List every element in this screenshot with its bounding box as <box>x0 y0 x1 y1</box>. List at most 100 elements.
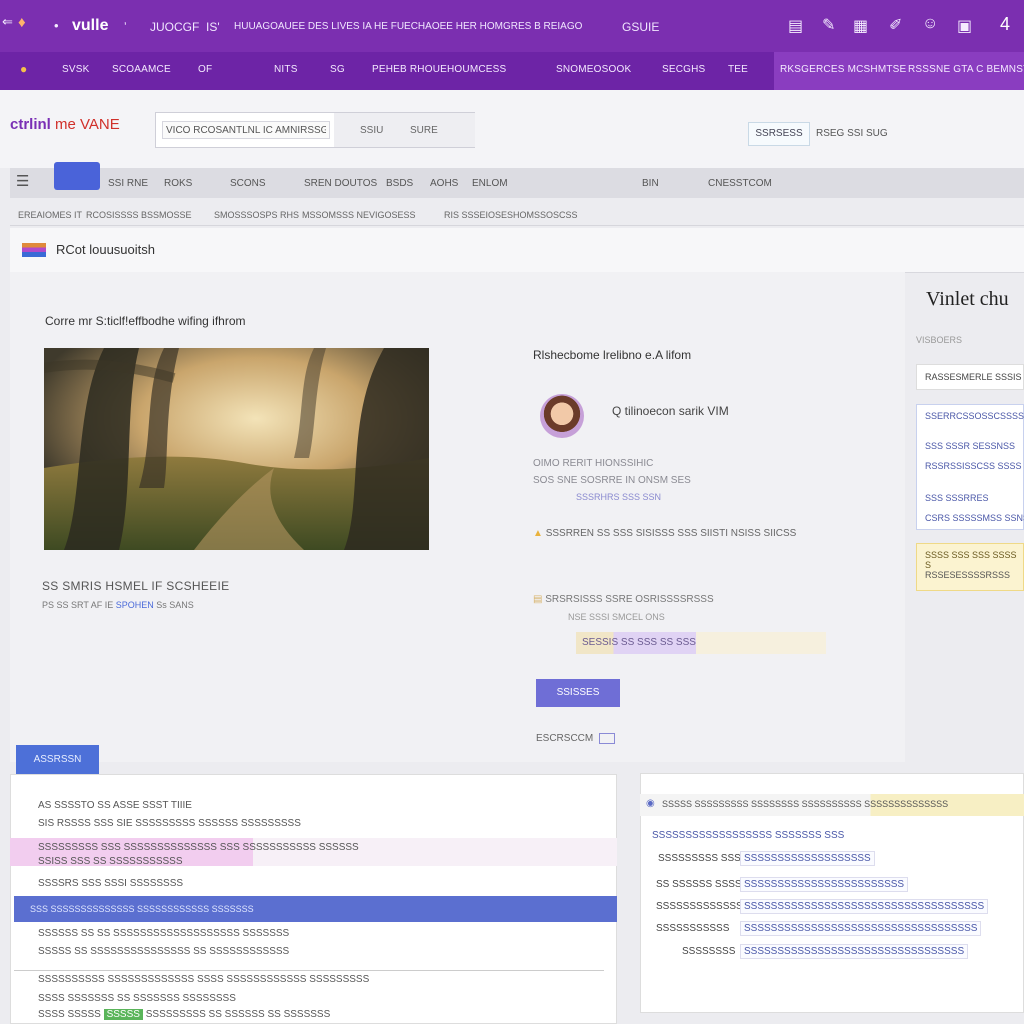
photo-meta-link[interactable]: SPOHEN <box>116 600 154 610</box>
search-input[interactable] <box>162 121 330 139</box>
bottom-left-line-9: SSSS SSSSSSS SS SSSSSSS SSSSSSSS <box>38 993 236 1004</box>
post-detail-3[interactable]: SSSRHRS SSS SSN <box>576 492 661 502</box>
detail-row-6-value[interactable]: SSSSSSSSSSSSSSSSSSSSSSSSSSSSSSSSS <box>740 944 969 959</box>
pencil-icon[interactable]: ✐ <box>889 15 902 35</box>
bottom-right-header-text: SSSSS SSSSSSSSS SSSSSSSS SSSSSSSSSS SSSS… <box>662 799 949 809</box>
nav-item-1[interactable]: SSI RNE <box>108 178 148 189</box>
sidebar-list-item-2[interactable]: SSS SSSR SESSNSS <box>925 441 1015 451</box>
bottom-left-line-10: SSSS SSSSS SSSSS SSSSSSSSS SS SSSSSS SS … <box>38 1009 330 1020</box>
primary-button[interactable]: SSISSES <box>536 679 620 707</box>
notification-badge[interactable]: 4 <box>1000 14 1010 35</box>
bottom-left-line-10-tail: SSSSSSSSS SS SSSSSS SS SSSSSSS <box>145 1009 331 1020</box>
subbar-item-9[interactable]: TEE <box>728 64 748 75</box>
subbar-item-8[interactable]: SECGHS <box>662 64 705 75</box>
small-link[interactable]: ESCRSCCM <box>536 733 616 744</box>
grid-icon[interactable]: ▦ <box>853 16 868 36</box>
subbar-item-4[interactable]: NITS <box>274 64 298 75</box>
forest-photo[interactable] <box>44 348 429 550</box>
subbar-item-7[interactable]: SNOMEOSOOK <box>556 64 631 75</box>
attachment-row: ▤ SRSRSISSS SSRE OSRISSSSRSSS <box>533 594 714 605</box>
pen-icon[interactable]: ✎ <box>822 15 835 35</box>
divider <box>14 970 604 971</box>
nav-bar <box>10 168 1024 198</box>
nav-item-4[interactable]: SREN DOUTOS <box>304 178 377 189</box>
menu-dot-icon[interactable]: • <box>54 18 59 33</box>
bottom-left-line-6: SSSSSS SS SS SSSSSSSSSSSSSSSSSSS SSSSSSS <box>38 928 290 939</box>
attachment-text[interactable]: SRSRSISSS SSRE OSRISSSSRSSS <box>545 594 713 605</box>
photo-meta-text: PS SS SRT AF IE <box>42 600 114 610</box>
hamburger-icon[interactable]: ☰ <box>16 172 29 190</box>
lock-icon[interactable]: ▣ <box>957 16 972 36</box>
sidebar-list-item-3[interactable]: RSSRSSISSCSS SSSS <box>925 461 1022 471</box>
nav-item-6[interactable]: AOHS <box>430 178 458 189</box>
search-buttons: SSIU SURE <box>334 113 475 147</box>
topbar-sep: ʼ <box>124 20 127 34</box>
sidebar-list-item-5[interactable]: CSRS SSSSSMSS SSNS <box>925 513 1024 523</box>
rating-row: ▲ SSSRREN SS SSS SISISSS SSS SIISTI NSIS… <box>533 528 796 539</box>
bottom-left-line-7: SSSSS SS SSSSSSSSSSSSSSS SS SSSSSSSSSSSS <box>38 946 290 957</box>
detail-row-5-value[interactable]: SSSSSSSSSSSSSSSSSSSSSSSSSSSSSSSSSSS <box>740 921 982 936</box>
layout-icon[interactable]: ▤ <box>788 16 803 36</box>
forest-photo-graphic <box>44 348 429 550</box>
nav-item-5[interactable]: BSDS <box>386 178 413 189</box>
subbar-item-6[interactable]: PEHEB RHOUEHOUMCESS <box>372 64 506 75</box>
flag-icon <box>22 243 46 257</box>
search-option-button[interactable]: SURE <box>410 125 438 136</box>
nav-item-7[interactable]: ENLOM <box>472 178 508 189</box>
subbar-item-3[interactable]: OF <box>198 64 212 75</box>
small-link-text[interactable]: ESCRSCCM <box>536 733 593 744</box>
bottom-left-line-4: SSISS SSS SS SSSSSSSSSSS <box>38 856 183 867</box>
breadcrumb-item-1[interactable]: EREAIOMES IT <box>18 210 82 220</box>
back-icon[interactable]: ⇐ <box>2 14 13 30</box>
detail-row-1-label[interactable]: SSSSSSSSSSSSSSSSSS SSSSSSS SSS <box>652 830 844 841</box>
breadcrumb-item-5[interactable]: RIS SSSEIOSESHOMSSOSCSS <box>444 210 578 220</box>
subbar-right-item-2[interactable]: RSSSNE GTA C BEMNSTS <box>908 64 1024 75</box>
breadcrumb-item-3[interactable]: SMOSSSOSPS RHS <box>214 210 299 220</box>
detail-row-2-value[interactable]: SSSSSSSSSSSSSSSSSSS <box>740 851 875 866</box>
nav-item-3[interactable]: SCONS <box>230 178 266 189</box>
breadcrumb-item-2[interactable]: RCOSISSSS BSSMOSSE <box>86 210 192 220</box>
tag-bar[interactable]: SESSIS SS SSS SS SSS <box>576 632 826 654</box>
green-tag[interactable]: SSSSS <box>103 1009 143 1020</box>
detail-row-3-value[interactable]: SSSSSSSSSSSSSSSSSSSSSSSS <box>740 877 909 892</box>
bottom-left-line-5: SSSSRS SSS SSSI SSSSSSSS <box>38 878 184 889</box>
detail-row-4-value[interactable]: SSSSSSSSSSSSSSSSSSSSSSSSSSSSSSSSSSSS <box>740 899 989 914</box>
selected-row-bar[interactable]: SSS SSSSSSSSSSSSSS SSSSSSSSSSSS SSSSSSS <box>14 896 617 922</box>
topbar-item-3[interactable]: HUUAGOAUEE DES LIVES IA HE FUECHAOEE HER… <box>234 21 582 32</box>
nav-active-tab[interactable] <box>54 162 100 190</box>
topbar-item-4[interactable]: GSUIE <box>622 20 659 34</box>
nav-item-8[interactable]: BIN <box>642 178 659 189</box>
logo-accent: me VANE <box>55 116 120 133</box>
sidebar-subtitle: VISBOERS <box>916 335 963 345</box>
user-icon[interactable]: ☺ <box>922 15 938 33</box>
app-logo-icon[interactable]: ♦ <box>18 14 26 31</box>
small-link-icon <box>599 733 616 744</box>
bottom-tab-button[interactable]: ASSRSSN <box>16 745 99 774</box>
section-title: RCot louusuoitsh <box>56 242 155 257</box>
nav-item-9[interactable]: CNESSTCOM <box>708 178 772 189</box>
sidebar-list-item-4[interactable]: SSS SSSRRES <box>925 493 989 503</box>
sidebar-note-line-1: SSSS SSS SSS SSSS S <box>925 550 1017 570</box>
bottom-left-line-3[interactable]: SSSSSSSSS SSS SSSSSSSSSSSSSS SSS SSSSSSS… <box>38 842 359 853</box>
topbar-item-2[interactable]: IS' <box>206 20 220 34</box>
search-button[interactable]: SSIU <box>360 125 383 136</box>
detail-row-5-label: SSSSSSSSSSS <box>656 923 730 934</box>
user-name[interactable]: Q tilinoecon sarik VIM <box>612 404 729 418</box>
subbar-right-item-1[interactable]: RKSGERCES MCSHMTSE <box>780 64 906 75</box>
sidebar-list-item-1[interactable]: SSERRCSSOSSCSSSSISS <box>925 411 1024 421</box>
sidebar-box[interactable]: RASSESMERLE SSSIS <box>916 364 1024 390</box>
auth-text[interactable]: RSEG SSI SUG <box>816 128 888 139</box>
subbar-item-1[interactable]: SVSK <box>62 64 89 75</box>
sidebar-note-line-2[interactable]: RSSESESSSSRSSS <box>925 570 1010 580</box>
app-name[interactable]: vulle <box>72 17 108 35</box>
topbar-item-1[interactable]: JUOCGF <box>150 20 199 34</box>
nav-item-2[interactable]: ROKS <box>164 178 192 189</box>
subbar-item-2[interactable]: SCOAAMCE <box>112 64 171 75</box>
auth-button[interactable]: SSRSESS <box>748 122 810 146</box>
sun-icon[interactable]: ● <box>20 62 27 76</box>
breadcrumb-item-4[interactable]: MSSOMSSS NEVIGOSESS <box>302 210 416 220</box>
subbar-item-5[interactable]: SG <box>330 64 345 75</box>
site-logo[interactable]: ctrlinl me VANE <box>10 116 120 133</box>
avatar[interactable] <box>540 394 584 438</box>
photo-meta: PS SS SRT AF IE SPOHEN Ss SANS <box>42 600 194 610</box>
